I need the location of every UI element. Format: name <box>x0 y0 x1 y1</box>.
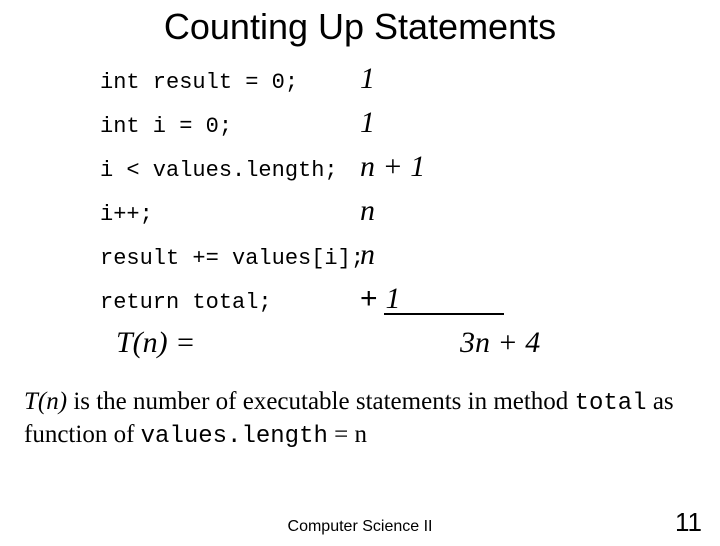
code-cell: result += values[i]; <box>100 246 360 271</box>
plus-sign: + <box>360 282 378 315</box>
count-cell: +1 <box>360 282 504 316</box>
table-row: int result = 0; 1 <box>100 62 720 102</box>
slide-title: Counting Up Statements <box>0 6 720 48</box>
underline: 1 <box>384 282 504 315</box>
tn-label: T(n) = <box>100 326 460 360</box>
footer-text: Computer Science II <box>0 518 720 536</box>
tn-lhs: T(n) = <box>116 326 195 359</box>
page-number: 11 <box>675 507 702 538</box>
code-cell: i < values.length; <box>100 158 360 183</box>
table-row: i++; n <box>100 194 720 234</box>
table-row-last: return total; +1 <box>100 282 720 322</box>
explain-text-3: = n <box>328 421 367 448</box>
tn-result: 3n + 4 <box>460 326 540 360</box>
result-row: T(n) = 3n + 4 <box>100 326 720 360</box>
count-cell: 1 <box>360 106 375 140</box>
code-cell: int result = 0; <box>100 70 360 95</box>
code-cell: int i = 0; <box>100 114 360 139</box>
var-name: values.length <box>141 423 328 450</box>
tn-symbol: T(n) <box>24 388 67 415</box>
explanation-text: T(n) is the number of executable stateme… <box>0 386 720 452</box>
explain-text-1: is the number of executable statements i… <box>67 388 575 415</box>
method-name: total <box>575 390 647 417</box>
count-cell: n <box>360 238 375 272</box>
statement-table: int result = 0; 1 int i = 0; 1 i < value… <box>0 62 720 360</box>
count-cell: n + 1 <box>360 150 425 184</box>
table-row: i < values.length; n + 1 <box>100 150 720 190</box>
table-row: result += values[i]; n <box>100 238 720 278</box>
table-row: int i = 0; 1 <box>100 106 720 146</box>
count-cell: 1 <box>360 62 375 96</box>
code-cell: return total; <box>100 290 360 315</box>
last-count: 1 <box>386 282 401 315</box>
code-cell: i++; <box>100 202 360 227</box>
count-cell: n <box>360 194 375 228</box>
